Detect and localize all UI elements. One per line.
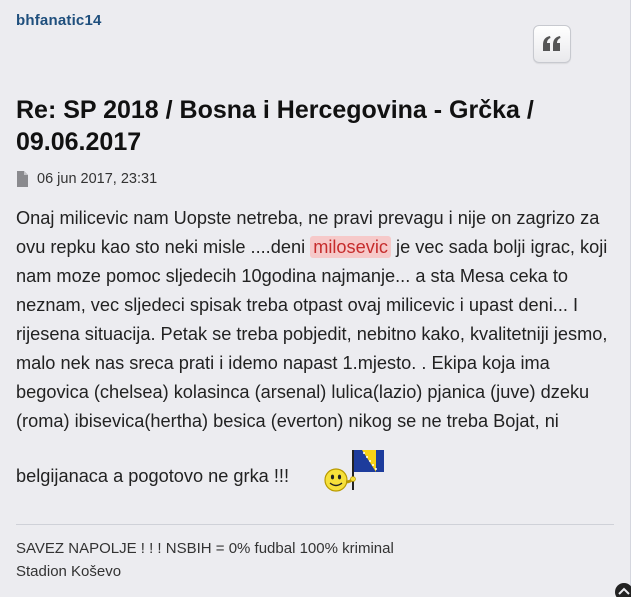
body-text-last: belgijanaca a pogotovo ne grka !!! [16, 466, 290, 486]
post-signature: SAVEZ NAPOLJE ! ! ! NSBIH = 0% fudbal 10… [16, 537, 394, 583]
forum-post: bhfanatic14 Re: SP 2018 / Bosna i Herceg… [0, 0, 633, 597]
signature-divider [16, 524, 614, 525]
post-timestamp: 06 jun 2017, 23:31 [37, 171, 158, 187]
file-icon [17, 171, 28, 187]
post-author[interactable]: bhfanatic14 [16, 12, 102, 29]
body-last-line: belgijanaca a pogotovo ne grka !!! [16, 446, 616, 492]
post-body-text: Onaj milicevic nam Uopste netreba, ne pr… [16, 204, 616, 436]
smiley-flag-icon [324, 450, 384, 492]
post-meta: 06 jun 2017, 23:31 [16, 170, 157, 188]
highlighted-keyword: milosevic [310, 236, 391, 258]
body-text-part2: je vec sada bolji igrac, koji nam moze p… [16, 237, 608, 431]
signature-line-2: Stadion Koševo [16, 563, 122, 580]
quote-icon [543, 36, 561, 51]
post-title[interactable]: Re: SP 2018 / Bosna i Hercegovina - Grčk… [16, 94, 556, 158]
page-margin [631, 0, 640, 597]
post-content: Onaj milicevic nam Uopste netreba, ne pr… [16, 204, 616, 492]
signature-line-1: SAVEZ NAPOLJE ! ! ! NSBIH = 0% fudbal 10… [16, 540, 394, 557]
quote-button[interactable] [533, 25, 571, 63]
